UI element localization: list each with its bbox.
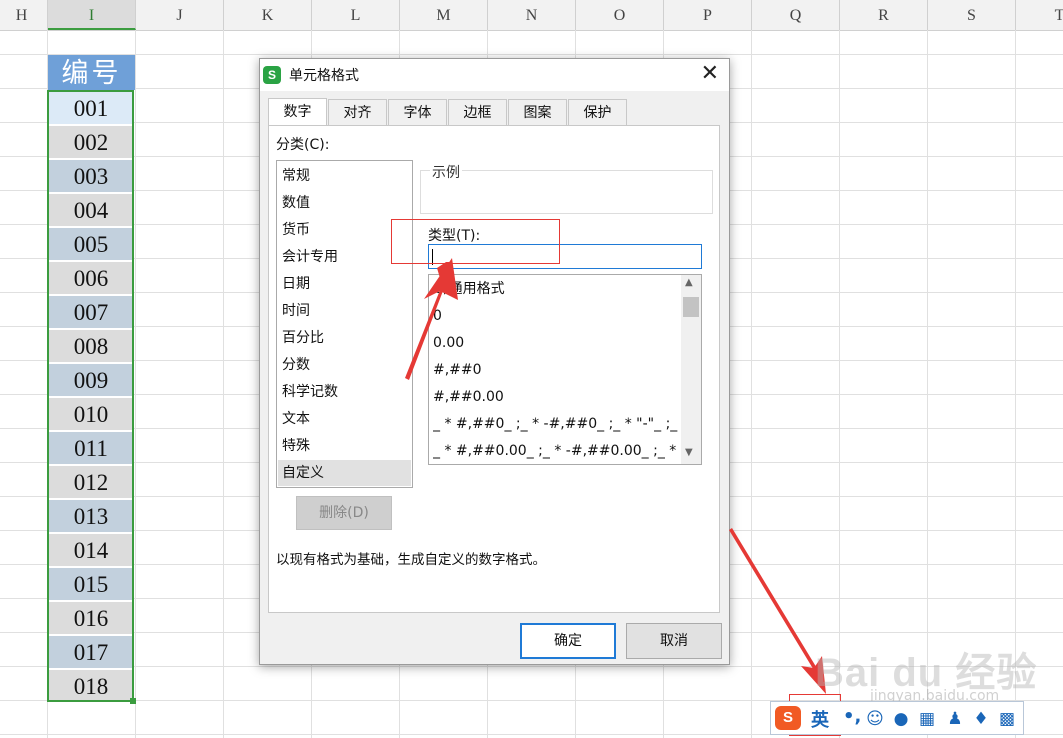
- smiley-icon[interactable]: ☺: [865, 709, 885, 729]
- scroll-thumb[interactable]: [683, 297, 699, 317]
- user-icon[interactable]: ♟: [945, 709, 965, 729]
- column-header-j[interactable]: J: [136, 0, 224, 30]
- ime-punct-toggle[interactable]: •,: [843, 706, 861, 727]
- sample-box: [420, 170, 713, 214]
- column-header-bar: HIJKLMNOPQRST: [0, 0, 1063, 31]
- tab-0[interactable]: 数字: [268, 98, 327, 126]
- column-header-p[interactable]: P: [664, 0, 752, 30]
- grid-icon[interactable]: ▩: [997, 709, 1017, 729]
- column-header-o[interactable]: O: [576, 0, 664, 30]
- shirt-icon[interactable]: ♦: [971, 709, 991, 729]
- column-header-i[interactable]: I: [48, 0, 136, 30]
- format-item[interactable]: #,##0.00: [433, 384, 681, 411]
- tab-1[interactable]: 对齐: [328, 99, 387, 125]
- format-item[interactable]: G/通用格式: [433, 276, 681, 303]
- fill-handle[interactable]: [130, 698, 136, 704]
- format-item[interactable]: #,##0: [433, 357, 681, 384]
- format-item[interactable]: _ * #,##0.00_ ;_ * -#,##0.00_ ;_ * "-"??…: [433, 438, 681, 464]
- column-header-l[interactable]: L: [312, 0, 400, 30]
- column-header-r[interactable]: R: [840, 0, 928, 30]
- ime-toolbar: S 英 •, ☺ ● ▦ ♟ ♦ ▩: [770, 701, 1024, 735]
- header-cell-number[interactable]: 编号: [48, 55, 135, 90]
- column-header-s[interactable]: S: [928, 0, 1016, 30]
- category-label: 分类(C):: [276, 137, 330, 153]
- scroll-down-icon[interactable]: ▼: [685, 447, 693, 458]
- dialog-titlebar[interactable]: S 单元格格式 ✕: [260, 59, 729, 91]
- microphone-icon[interactable]: ●: [891, 709, 911, 729]
- tab-5[interactable]: 保护: [568, 99, 627, 125]
- column-header-m[interactable]: M: [400, 0, 488, 30]
- column-header-t[interactable]: T: [1016, 0, 1063, 30]
- keyboard-icon[interactable]: ▦: [917, 709, 937, 729]
- grid-hline: [0, 54, 1063, 55]
- ok-button[interactable]: 确定: [520, 623, 616, 659]
- delete-button[interactable]: 删除(D): [296, 496, 392, 530]
- format-item[interactable]: 0.00: [433, 330, 681, 357]
- annotation-box-type: [391, 219, 560, 264]
- close-icon[interactable]: ✕: [701, 62, 719, 86]
- custom-format-description: 以现有格式为基础，生成自定义的数字格式。: [276, 552, 546, 568]
- column-header-h[interactable]: H: [0, 0, 48, 30]
- category-item[interactable]: 自定义: [278, 460, 411, 486]
- format-item[interactable]: 0: [433, 303, 681, 330]
- sample-label: 示例: [430, 162, 462, 182]
- scroll-up-icon[interactable]: ▲: [685, 277, 693, 288]
- category-item[interactable]: 日期: [278, 271, 411, 297]
- category-item[interactable]: 时间: [278, 298, 411, 324]
- tab-4[interactable]: 图案: [508, 99, 567, 125]
- cell-selection: [47, 90, 134, 702]
- format-cells-dialog: S 单元格格式 ✕ 数字 对齐 字体 边框 图案 保护 分类(C): 常规 数值 货币 会计专用…: [259, 58, 730, 665]
- tab-2[interactable]: 字体: [388, 99, 447, 125]
- format-list-scrollbar[interactable]: ▲ ▼: [681, 275, 701, 464]
- category-item[interactable]: 百分比: [278, 325, 411, 351]
- category-item[interactable]: 数值: [278, 190, 411, 216]
- category-item[interactable]: 特殊: [278, 433, 411, 459]
- tab-3[interactable]: 边框: [448, 99, 507, 125]
- sogou-logo-icon[interactable]: S: [775, 706, 801, 730]
- number-tab-panel: 分类(C): 常规 数值 货币 会计专用 日期 时间 百分比 分数 科学记数 文本 特殊 自定义 示例…: [268, 125, 720, 613]
- column-header-k[interactable]: K: [224, 0, 312, 30]
- column-header-n[interactable]: N: [488, 0, 576, 30]
- format-list[interactable]: _ * #,##0.00_ ;_ * -#,##0.00_ ;_ * "-"??…: [428, 274, 702, 465]
- category-list[interactable]: 常规 数值 货币 会计专用 日期 时间 百分比 分数 科学记数 文本 特殊 自定义: [276, 160, 413, 488]
- column-header-q[interactable]: Q: [752, 0, 840, 30]
- ime-mode-toggle[interactable]: 英: [811, 706, 829, 732]
- category-item[interactable]: 分数: [278, 352, 411, 378]
- category-item[interactable]: 常规: [278, 163, 411, 189]
- category-item[interactable]: 文本: [278, 406, 411, 432]
- format-item[interactable]: _ * #,##0_ ;_ * -#,##0_ ;_ * "-"_ ;_ @_: [433, 411, 681, 438]
- wps-sheet-icon: S: [263, 66, 281, 84]
- dialog-title: 单元格格式: [289, 68, 359, 84]
- category-item[interactable]: 科学记数: [278, 379, 411, 405]
- cancel-button[interactable]: 取消: [626, 623, 722, 659]
